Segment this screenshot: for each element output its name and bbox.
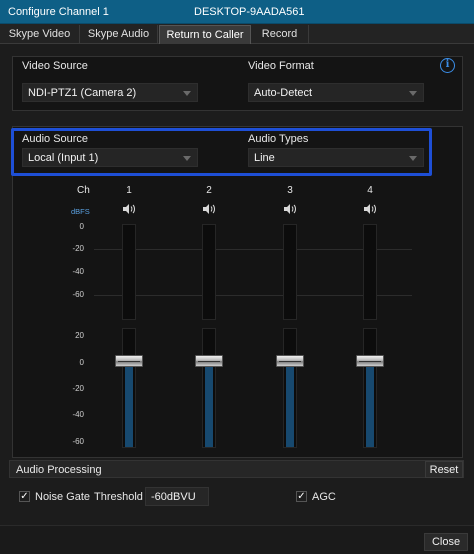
audio-source-value: Local (Input 1) (28, 152, 99, 164)
scale-tick-label: -60 (72, 290, 84, 299)
threshold-label: Threshold (94, 491, 143, 503)
audio-types-select[interactable]: Line (248, 148, 424, 167)
agc-checkbox[interactable]: ✓ (296, 491, 307, 502)
noise-gate-checkbox[interactable]: ✓ (19, 491, 30, 502)
fader-knob[interactable] (356, 355, 384, 367)
footer (0, 525, 474, 554)
scale-tick-label: -40 (72, 267, 84, 276)
machine-name: DESKTOP-9AADA561 (194, 6, 305, 18)
fader-knob[interactable] (115, 355, 143, 367)
fader-knob[interactable] (195, 355, 223, 367)
channel-header-label: Ch (77, 185, 90, 196)
video-source-select[interactable]: NDI-PTZ1 (Camera 2) (22, 83, 198, 102)
speaker-icon[interactable] (363, 203, 377, 215)
scale-tick-label: 20 (75, 331, 84, 340)
level-meter (202, 224, 216, 320)
speaker-icon[interactable] (283, 203, 297, 215)
scale-tick-label: -40 (72, 410, 84, 419)
chevron-down-icon (183, 156, 191, 161)
scale-tick-label: -20 (72, 244, 84, 253)
speaker-icon[interactable] (122, 203, 136, 215)
audio-processing-bar: Audio Processing (9, 460, 464, 478)
level-meter (122, 224, 136, 320)
audio-types-label: Audio Types (248, 133, 309, 145)
chevron-down-icon (409, 91, 417, 96)
video-source-label: Video Source (22, 60, 88, 72)
title-bar: Configure Channel 1 DESKTOP-9AADA561 (0, 0, 474, 24)
tab-skype-video[interactable]: Skype Video (0, 25, 80, 44)
video-source-value: NDI-PTZ1 (Camera 2) (28, 87, 137, 99)
noise-gate-label: Noise Gate (35, 491, 91, 503)
channel-number: 1 (126, 185, 132, 196)
scale-tick-label: 0 (79, 222, 84, 231)
threshold-input[interactable]: -60dBVU (145, 487, 209, 506)
fader-fill (205, 367, 213, 447)
channel-number: 2 (206, 185, 212, 196)
video-format-label: Video Format (248, 60, 314, 72)
fader-knob[interactable] (276, 355, 304, 367)
chevron-down-icon (409, 156, 417, 161)
fader-track[interactable] (202, 328, 216, 448)
level-meter (363, 224, 377, 320)
close-button[interactable]: Close (424, 533, 468, 551)
fader-track[interactable] (122, 328, 136, 448)
scale-tick-label: -20 (72, 384, 84, 393)
channel-number: 3 (287, 185, 293, 196)
reset-button[interactable]: Reset (425, 461, 463, 478)
speaker-icon[interactable] (202, 203, 216, 215)
tab-bar: Skype Video Skype Audio Return to Caller… (0, 24, 474, 44)
audio-source-select[interactable]: Local (Input 1) (22, 148, 198, 167)
fader-track[interactable] (283, 328, 297, 448)
fader-fill (286, 367, 294, 447)
window-title: Configure Channel 1 (8, 6, 109, 18)
tab-record[interactable]: Record (251, 25, 309, 44)
fader-fill (125, 367, 133, 447)
audio-types-value: Line (254, 152, 275, 164)
audio-source-label: Audio Source (22, 133, 89, 145)
fader-fill (366, 367, 374, 447)
scale-tick-label: 0 (79, 358, 84, 367)
level-meter (283, 224, 297, 320)
video-format-select[interactable]: Auto-Detect (248, 83, 424, 102)
info-icon[interactable]: i (440, 58, 455, 73)
chevron-down-icon (183, 91, 191, 96)
tab-return-to-caller[interactable]: Return to Caller (159, 25, 251, 44)
tab-skype-audio[interactable]: Skype Audio (80, 25, 158, 44)
scale-tick-label: -60 (72, 437, 84, 446)
agc-label: AGC (312, 491, 336, 503)
audio-processing-title: Audio Processing (16, 464, 102, 476)
fader-track[interactable] (363, 328, 377, 448)
channel-number: 4 (367, 185, 373, 196)
dbfs-label: dBFS (71, 207, 90, 216)
video-format-value: Auto-Detect (254, 87, 313, 99)
